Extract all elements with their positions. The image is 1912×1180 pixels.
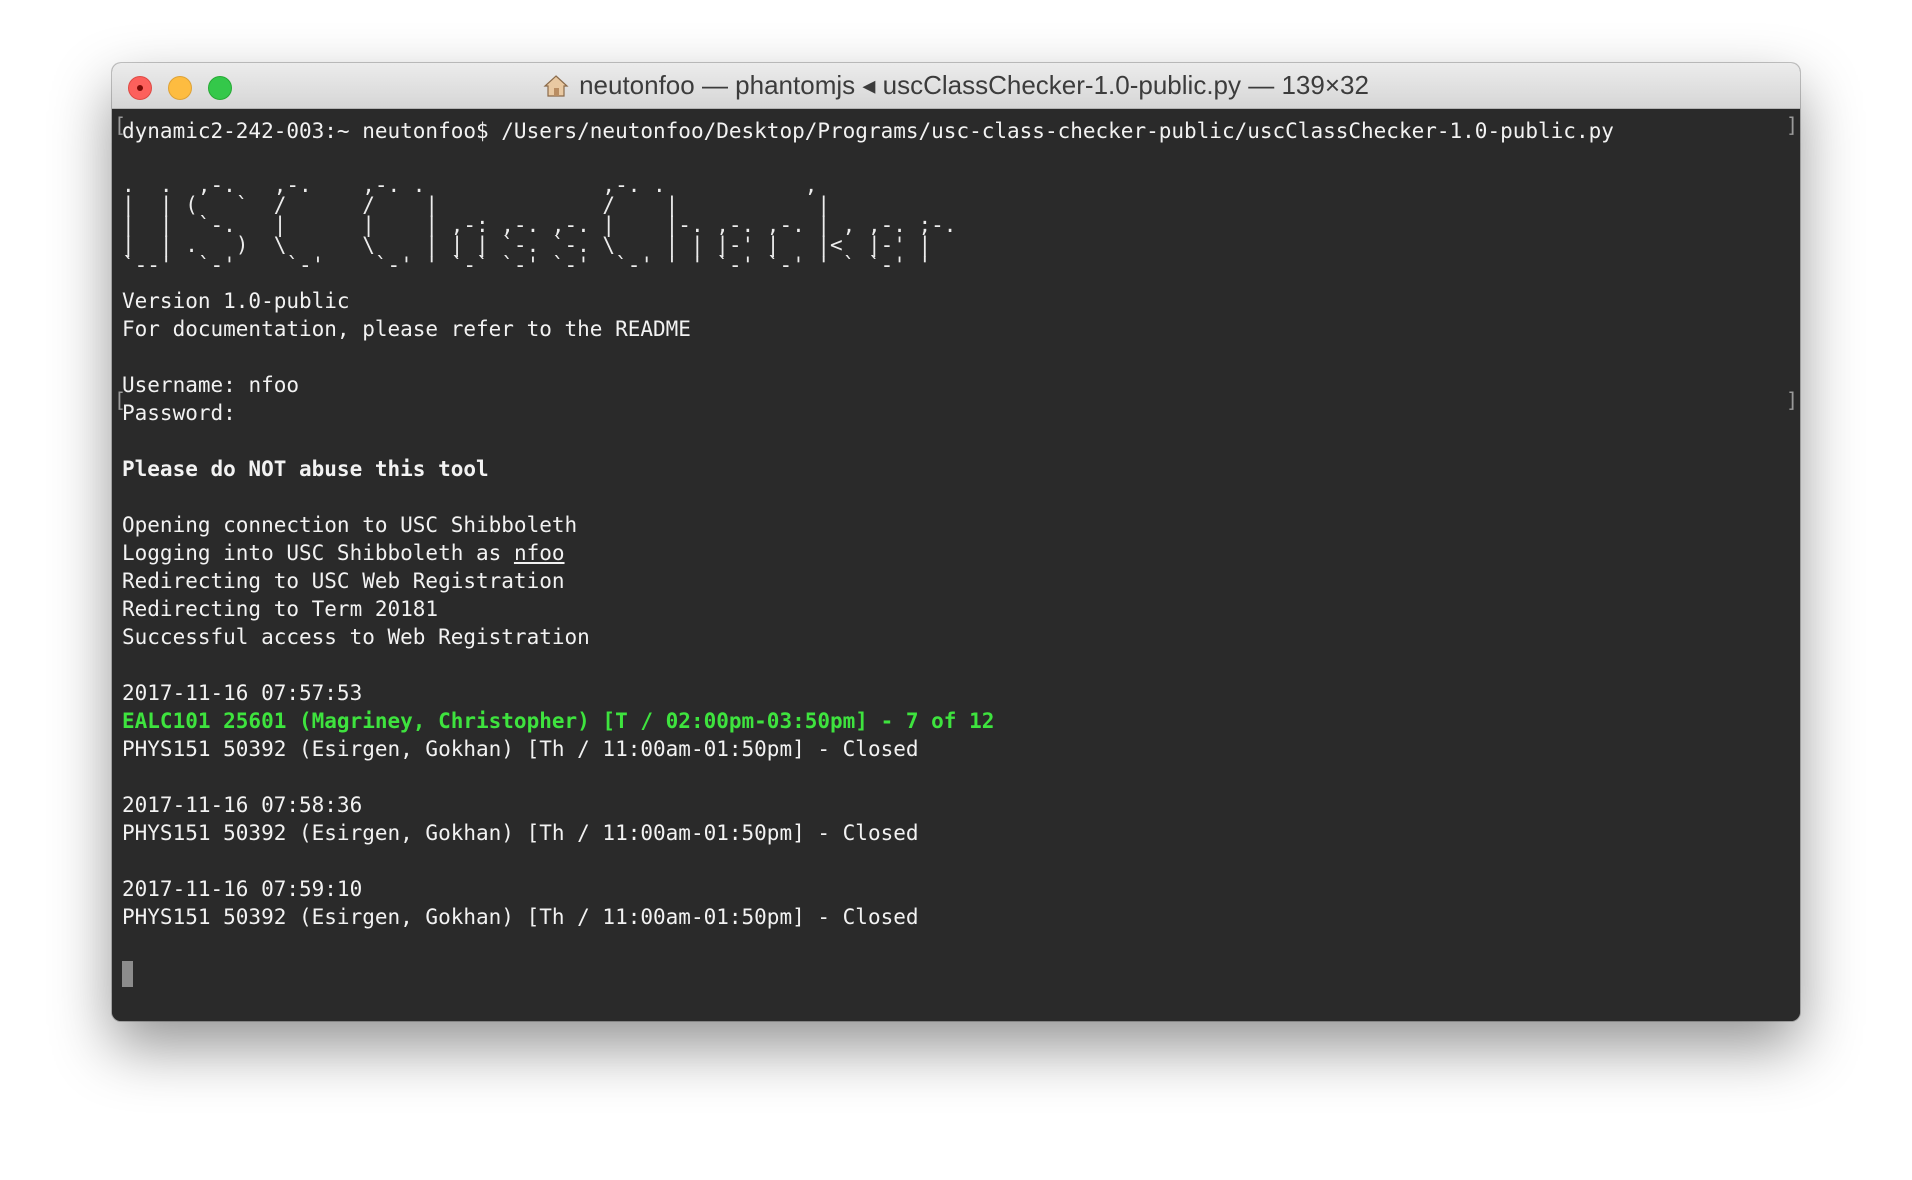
- username-label: Username:: [122, 373, 249, 397]
- version-line: Version 1.0-public: [122, 289, 350, 313]
- docs-line: For documentation, please refer to the R…: [122, 317, 691, 341]
- username-line: Username: nfoo: [122, 371, 1790, 399]
- prompt-line: dynamic2-242-003:~ neutonfoo$ /Users/neu…: [122, 119, 1614, 143]
- title-bar[interactable]: neutonfoo — phantomjs ◂ uscClassChecker-…: [112, 63, 1800, 109]
- terminal-window: neutonfoo — phantomjs ◂ uscClassChecker-…: [112, 63, 1800, 1021]
- terminal-output: dynamic2-242-003:~ neutonfoo$ /Users/neu…: [122, 117, 1790, 987]
- home-folder-icon: [543, 74, 569, 98]
- username-value: nfoo: [248, 373, 300, 397]
- closed-class-line: PHYS151 50392 (Esirgen, Gokhan) [Th / 11…: [122, 737, 919, 761]
- ascii-banner: . . ,-. ,-. ,-. . ,-. . , | | ( ` / / | …: [122, 173, 957, 277]
- closed-class-line: PHYS151 50392 (Esirgen, Gokhan) [Th / 11…: [122, 905, 919, 929]
- open-class-line: EALC101 25601 (Magriney, Christopher) [T…: [122, 709, 995, 733]
- cursor-line[interactable]: [122, 959, 1790, 987]
- terminal-cursor: [122, 961, 133, 987]
- terminal-view[interactable]: [ ] [ ] dynamic2-242-003:~ neutonfoo$ /U…: [112, 109, 1800, 1021]
- check-timestamp: 2017-11-16 07:57:53: [122, 681, 363, 705]
- log-line: Redirecting to Term 20181: [122, 597, 439, 621]
- warning-line: Please do NOT abuse this tool: [122, 457, 489, 481]
- check-timestamp: 2017-11-16 07:59:10: [122, 877, 363, 901]
- logged-in-user: nfoo: [513, 541, 565, 565]
- log-line: Successful access to Web Registration: [122, 625, 590, 649]
- log-prefix: Logging into USC Shibboleth as: [122, 541, 514, 565]
- log-line: Opening connection to USC Shibboleth: [122, 513, 578, 537]
- title-container: neutonfoo — phantomjs ◂ uscClassChecker-…: [112, 63, 1800, 108]
- log-line: Logging into USC Shibboleth as nfoo: [122, 539, 1790, 567]
- password-line: Password:: [122, 401, 236, 425]
- check-timestamp: 2017-11-16 07:58:36: [122, 793, 363, 817]
- log-line: Redirecting to USC Web Registration: [122, 569, 565, 593]
- closed-class-line: PHYS151 50392 (Esirgen, Gokhan) [Th / 11…: [122, 821, 919, 845]
- window-title: neutonfoo — phantomjs ◂ uscClassChecker-…: [579, 70, 1369, 100]
